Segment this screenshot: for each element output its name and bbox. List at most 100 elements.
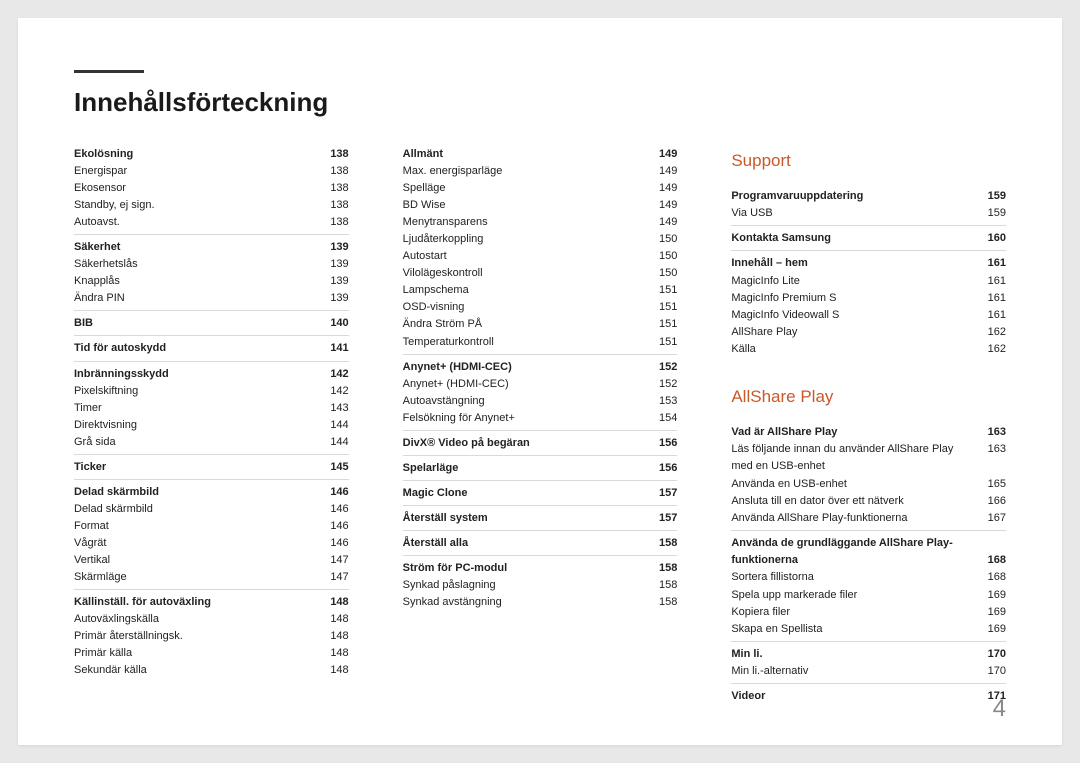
toc-label: Primär källa [74,645,321,662]
toc-entry-bold[interactable]: Ström för PC-modul158 [403,560,678,577]
toc-entry[interactable]: Primär återställningsk.148 [74,628,349,645]
toc-entry-bold[interactable]: Magic Clone157 [403,485,678,502]
toc-entry[interactable]: Direktvisning144 [74,417,349,434]
toc-entry-bold[interactable]: Tid för autoskydd141 [74,340,349,357]
toc-entry[interactable]: Sekundär källa148 [74,662,349,679]
toc-entry[interactable]: Standby, ej sign.138 [74,197,349,214]
toc-entry[interactable]: Min li.-alternativ170 [731,663,1006,680]
toc-entry[interactable]: Kopiera filer169 [731,604,1006,621]
toc-page: 139 [321,290,349,307]
toc-entry[interactable]: Läs följande innan du använder AllShare … [731,441,1006,475]
toc-label: Ändra PIN [74,290,321,307]
toc-entry[interactable]: Ansluta till en dator över ett nätverk16… [731,493,1006,510]
toc-page: 161 [978,273,1006,290]
toc-entry-bold[interactable]: BIB140 [74,315,349,332]
toc-entry[interactable]: Skärmläge147 [74,569,349,586]
toc-entry-bold[interactable]: Ekolösning138 [74,146,349,163]
toc-entry-bold[interactable]: Programvaruuppdatering159 [731,188,1006,205]
toc-entry[interactable]: OSD-visning151 [403,299,678,316]
toc-entry[interactable]: Autostart150 [403,248,678,265]
toc-entry[interactable]: MagicInfo Premium S161 [731,290,1006,307]
toc-divider [74,310,349,311]
toc-entry-bold[interactable]: Använda de grundläggande AllShare Play- [731,535,1006,552]
toc-page: 169 [978,621,1006,638]
toc-entry-bold[interactable]: Anynet+ (HDMI-CEC)152 [403,359,678,376]
toc-entry[interactable]: Ändra PIN139 [74,290,349,307]
toc-page: 160 [978,230,1006,247]
toc-entry[interactable]: Grå sida144 [74,434,349,451]
toc-label: BIB [74,315,321,332]
toc-column-3: SupportProgramvaruuppdatering159Via USB1… [731,146,1006,705]
toc-label: Ekolösning [74,146,321,163]
toc-entry-bold[interactable]: Spelarläge156 [403,460,678,477]
toc-entry[interactable]: MagicInfo Lite161 [731,273,1006,290]
toc-entry[interactable]: Menytransparens149 [403,214,678,231]
toc-entry[interactable]: Vågrät146 [74,535,349,552]
toc-divider [403,430,678,431]
toc-entry-bold[interactable]: Min li.170 [731,646,1006,663]
toc-entry[interactable]: Synkad påslagning158 [403,577,678,594]
toc-entry[interactable]: Synkad avstängning158 [403,594,678,611]
toc-entry[interactable]: Vertikal147 [74,552,349,569]
toc-entry[interactable]: Via USB159 [731,205,1006,222]
toc-entry[interactable]: Lampschema151 [403,282,678,299]
toc-entry-bold[interactable]: Kontakta Samsung160 [731,230,1006,247]
toc-label: Inbränningsskydd [74,366,321,383]
toc-page: 151 [649,282,677,299]
toc-entry-bold[interactable]: funktionerna168 [731,552,1006,569]
toc-entry-bold[interactable]: Återställ alla158 [403,535,678,552]
toc-entry-bold[interactable]: Källinställ. för autoväxling148 [74,594,349,611]
toc-entry[interactable]: Sortera fillistorna168 [731,569,1006,586]
toc-entry[interactable]: Knapplås139 [74,273,349,290]
toc-entry[interactable]: Pixelskiftning142 [74,383,349,400]
toc-label: Källinställ. för autoväxling [74,594,321,611]
toc-entry[interactable]: Max. energisparläge149 [403,163,678,180]
toc-entry[interactable]: Temperaturkontroll151 [403,334,678,351]
toc-label: Vågrät [74,535,321,552]
toc-entry[interactable]: Delad skärmbild146 [74,501,349,518]
toc-entry[interactable]: Primär källa148 [74,645,349,662]
toc-entry[interactable]: MagicInfo Videowall S161 [731,307,1006,324]
toc-page: 143 [321,400,349,417]
toc-entry[interactable]: Källa162 [731,341,1006,358]
toc-entry-bold[interactable]: Ticker145 [74,459,349,476]
toc-entry[interactable]: Autoavstängning153 [403,393,678,410]
toc-label: Kontakta Samsung [731,230,978,247]
toc-entry[interactable]: Timer143 [74,400,349,417]
toc-entry[interactable]: Format146 [74,518,349,535]
toc-entry[interactable]: Spela upp markerade filer169 [731,587,1006,604]
toc-entry[interactable]: BD Wise149 [403,197,678,214]
toc-label: Synkad påslagning [403,577,650,594]
toc-entry-bold[interactable]: Videor171 [731,688,1006,705]
toc-entry-bold[interactable]: Inbränningsskydd142 [74,366,349,383]
toc-entry-bold[interactable]: DivX® Video på begäran156 [403,435,678,452]
toc-page: 139 [321,273,349,290]
toc-page: 146 [321,484,349,501]
toc-page: 148 [321,611,349,628]
toc-entry[interactable]: Ekosensor138 [74,180,349,197]
toc-entry[interactable]: Ändra Ström PÅ151 [403,316,678,333]
toc-divider [403,505,678,506]
toc-entry-bold[interactable]: Allmänt149 [403,146,678,163]
toc-entry[interactable]: Ljudåterkoppling150 [403,231,678,248]
toc-entry-bold[interactable]: Återställ system157 [403,510,678,527]
toc-entry[interactable]: Säkerhetslås139 [74,256,349,273]
toc-entry[interactable]: Autoväxlingskälla148 [74,611,349,628]
toc-label: Grå sida [74,434,321,451]
toc-entry[interactable]: Autoavst.138 [74,214,349,231]
toc-entry[interactable]: Anynet+ (HDMI-CEC)152 [403,376,678,393]
toc-entry[interactable]: Använda en USB-enhet165 [731,476,1006,493]
toc-entry[interactable]: Vilolägeskontroll150 [403,265,678,282]
toc-entry-bold[interactable]: Innehåll – hem161 [731,255,1006,272]
toc-entry-bold[interactable]: Säkerhet139 [74,239,349,256]
toc-entry[interactable]: Använda AllShare Play-funktionerna167 [731,510,1006,527]
toc-entry[interactable]: Energispar138 [74,163,349,180]
toc-entry-bold[interactable]: Vad är AllShare Play163 [731,424,1006,441]
toc-entry[interactable]: Skapa en Spellista169 [731,621,1006,638]
toc-entry[interactable]: AllShare Play162 [731,324,1006,341]
toc-entry[interactable]: Felsökning för Anynet+154 [403,410,678,427]
toc-entry-bold[interactable]: Delad skärmbild146 [74,484,349,501]
toc-divider [74,589,349,590]
toc-entry[interactable]: Spelläge149 [403,180,678,197]
toc-label: Max. energisparläge [403,163,650,180]
